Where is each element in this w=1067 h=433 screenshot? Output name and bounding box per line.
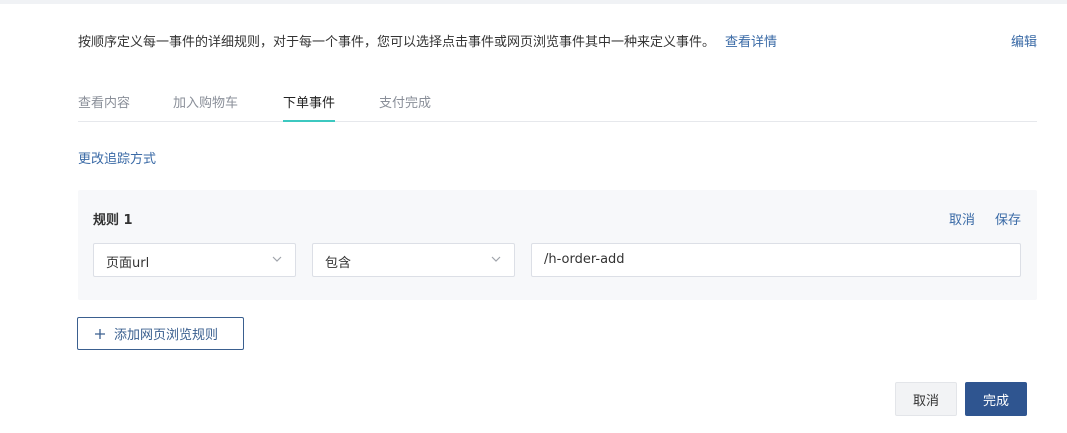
tab-add-to-cart[interactable]: 加入购物车: [173, 92, 238, 122]
field-select[interactable]: 页面url: [93, 243, 296, 277]
done-button[interactable]: 完成: [965, 382, 1027, 416]
instructions-text: 按顺序定义每一事件的详细规则，对于每一个事件，您可以选择点击事件或网页浏览事件其…: [78, 31, 777, 50]
add-page-view-rule-button[interactable]: 添加网页浏览规则: [77, 317, 244, 350]
edit-link[interactable]: 编辑: [1011, 31, 1037, 50]
tab-view-content[interactable]: 查看内容: [78, 92, 130, 122]
rule-value-text: /h-order-add: [544, 252, 625, 267]
operator-select-value: 包含: [325, 256, 352, 271]
rule-value-input[interactable]: /h-order-add: [531, 243, 1021, 277]
plus-icon: [94, 328, 106, 340]
rule-actions: 取消 保存: [929, 209, 1021, 228]
chevron-down-icon: [490, 253, 502, 269]
field-select-value: 页面url: [106, 256, 150, 271]
top-strip: [0, 0, 1067, 4]
tab-place-order[interactable]: 下单事件: [283, 92, 336, 122]
details-link[interactable]: 查看详情: [725, 35, 777, 50]
chevron-down-icon: [271, 253, 283, 269]
add-rule-label: 添加网页浏览规则: [114, 328, 219, 343]
rule-title: 规则 1: [93, 213, 133, 228]
change-tracking-link[interactable]: 更改追踪方式: [78, 148, 156, 167]
cancel-button[interactable]: 取消: [895, 382, 957, 416]
rule-save-link[interactable]: 保存: [995, 213, 1021, 228]
operator-select[interactable]: 包含: [312, 243, 515, 277]
tab-payment-complete[interactable]: 支付完成: [379, 92, 431, 122]
rule-panel: 规则 1 取消 保存 页面url 包含 /h-order-add: [78, 190, 1037, 300]
event-tabs: 查看内容 加入购物车 下单事件 支付完成: [78, 92, 1037, 122]
rule-cancel-link[interactable]: 取消: [949, 213, 975, 228]
description-text: 按顺序定义每一事件的详细规则，对于每一个事件，您可以选择点击事件或网页浏览事件其…: [78, 35, 716, 50]
